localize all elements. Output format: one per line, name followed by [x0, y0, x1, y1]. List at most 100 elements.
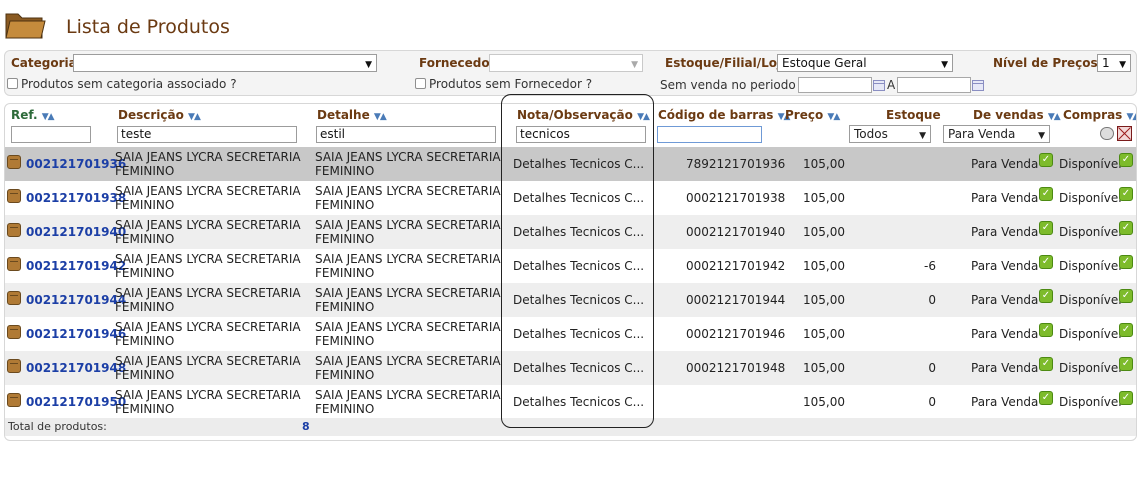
row-venda: Para Venda [971, 225, 1039, 239]
row-descricao: SAIA JEANS LYCRA SECRETARIA FEMININO [115, 286, 301, 314]
col-codigo[interactable]: Código de barras ▼▲ [658, 108, 790, 122]
estoque-select[interactable]: Estoque Geral ▼ [777, 54, 953, 72]
calendar-icon[interactable] [972, 80, 984, 91]
row-preco: 105,00 [803, 395, 845, 409]
check-icon[interactable]: ✓ [1039, 323, 1053, 337]
package-icon [7, 189, 21, 203]
col-vendas[interactable]: De vendas ▼▲ [973, 108, 1061, 122]
filter-estoque-select[interactable]: Todos ▼ [849, 125, 931, 143]
row-venda: Para Venda [971, 361, 1039, 375]
close-icon[interactable] [1117, 126, 1132, 141]
row-ref-link[interactable]: 002121701940 [26, 225, 126, 239]
check-icon[interactable]: ✓ [1119, 323, 1133, 337]
row-ref-link[interactable]: 002121701942 [26, 259, 126, 273]
table-row[interactable]: 002121701950 SAIA JEANS LYCRA SECRETARIA… [5, 385, 1136, 419]
col-descricao[interactable]: Descrição ▼▲ [118, 108, 201, 122]
periodo-fim-input[interactable] [897, 77, 971, 93]
filter-descricao-input[interactable]: teste [117, 126, 297, 143]
filter-codigo-input[interactable] [657, 126, 762, 143]
row-ref-link[interactable]: 002121701948 [26, 361, 126, 375]
col-detalhe[interactable]: Detalhe ▼▲ [317, 108, 387, 122]
check-icon[interactable]: ✓ [1119, 255, 1133, 269]
check-icon[interactable]: ✓ [1119, 289, 1133, 303]
calendar-icon[interactable] [873, 80, 885, 91]
row-ref-link[interactable]: 002121701950 [26, 395, 126, 409]
filter-vendas-select[interactable]: Para Venda ▼ [943, 125, 1050, 143]
package-icon [7, 393, 21, 407]
row-detalhe: SAIA JEANS LYCRA SECRETARIA FEMININO [315, 218, 501, 246]
table-row[interactable]: 002121701936 SAIA JEANS LYCRA SECRETARIA… [5, 147, 1136, 181]
table-row[interactable]: 002121701944 SAIA JEANS LYCRA SECRETARIA… [5, 283, 1136, 317]
row-ref-link[interactable]: 002121701938 [26, 191, 126, 205]
sort-icon[interactable]: ▼▲ [374, 112, 387, 122]
fornecedor-select[interactable]: ▼ [489, 54, 643, 72]
filter-nota-input[interactable]: tecnicos [516, 126, 646, 143]
periodo-inicio-input[interactable] [798, 77, 872, 93]
clear-filter-icon[interactable] [1100, 127, 1114, 140]
nivel-precos-value: 1 [1102, 56, 1110, 70]
check-icon[interactable]: ✓ [1039, 187, 1053, 201]
row-ref-link[interactable]: 002121701946 [26, 327, 126, 341]
sort-icon[interactable]: ▼▲ [827, 112, 840, 122]
filter-estoque-value: Todos [854, 127, 888, 141]
filter-detalhe-input[interactable]: estil [316, 126, 496, 143]
col-preco-label: Preço [785, 108, 824, 122]
row-nota: Detalhes Tecnicos C... [513, 395, 645, 409]
col-ref[interactable]: Ref. ▼▲ [11, 108, 55, 122]
col-preco[interactable]: Preço ▼▲ [785, 108, 840, 122]
sem-categoria-checkbox[interactable]: Produtos sem categoria associado ? [7, 77, 237, 91]
table-row[interactable]: 002121701940 SAIA JEANS LYCRA SECRETARIA… [5, 215, 1136, 249]
sem-fornecedor-checkbox[interactable]: Produtos sem Fornecedor ? [415, 77, 592, 91]
row-compra: Disponível [1059, 327, 1122, 341]
col-estoque[interactable]: Estoque [886, 108, 941, 122]
row-nota: Detalhes Tecnicos C... [513, 327, 645, 341]
row-ref-link[interactable]: 002121701936 [26, 157, 126, 171]
filter-ref-input[interactable] [11, 126, 91, 143]
checkbox-box[interactable] [7, 78, 18, 89]
row-compra: Disponível [1059, 225, 1122, 239]
table-row[interactable]: 002121701948 SAIA JEANS LYCRA SECRETARIA… [5, 351, 1136, 385]
sort-icon[interactable]: ▼▲ [188, 112, 201, 122]
row-venda: Para Venda [971, 191, 1039, 205]
chevron-down-icon: ▼ [631, 60, 638, 70]
check-icon[interactable]: ✓ [1039, 221, 1053, 235]
col-nota[interactable]: Nota/Observação ▼▲ [517, 108, 650, 122]
sort-icon[interactable]: ▼▲ [1048, 112, 1061, 122]
row-venda: Para Venda [971, 259, 1039, 273]
check-icon[interactable]: ✓ [1119, 391, 1133, 405]
row-venda: Para Venda [971, 327, 1039, 341]
check-icon[interactable]: ✓ [1039, 153, 1053, 167]
checkbox-box[interactable] [415, 78, 426, 89]
check-icon[interactable]: ✓ [1039, 289, 1053, 303]
package-icon [7, 325, 21, 339]
table-row[interactable]: 002121701938 SAIA JEANS LYCRA SECRETARIA… [5, 181, 1136, 215]
check-icon[interactable]: ✓ [1119, 153, 1133, 167]
check-icon[interactable]: ✓ [1039, 255, 1053, 269]
check-icon[interactable]: ✓ [1039, 391, 1053, 405]
package-icon [7, 291, 21, 305]
col-descricao-label: Descrição [118, 108, 184, 122]
table-row[interactable]: 002121701942 SAIA JEANS LYCRA SECRETARIA… [5, 249, 1136, 283]
sem-fornecedor-label: Produtos sem Fornecedor ? [429, 77, 593, 91]
row-compra: Disponível [1059, 361, 1122, 375]
check-icon[interactable]: ✓ [1039, 357, 1053, 371]
nivel-precos-select[interactable]: 1 ▼ [1097, 54, 1131, 72]
row-nota: Detalhes Tecnicos C... [513, 293, 645, 307]
sort-icon[interactable]: ▼▲ [42, 112, 55, 122]
sort-icon[interactable]: ▼▲ [1127, 112, 1137, 122]
chevron-down-icon: ▼ [1038, 131, 1045, 141]
col-nota-label: Nota/Observação [517, 108, 633, 122]
check-icon[interactable]: ✓ [1119, 187, 1133, 201]
check-icon[interactable]: ✓ [1119, 357, 1133, 371]
col-compras[interactable]: Compras ▼▲ [1063, 108, 1137, 122]
products-table: Ref. ▼▲ Descrição ▼▲ Detalhe ▼▲ Nota/Obs… [4, 103, 1137, 441]
row-preco: 105,00 [803, 225, 845, 239]
chevron-down-icon: ▼ [919, 131, 926, 141]
row-ref-link[interactable]: 002121701944 [26, 293, 126, 307]
table-row[interactable]: 002121701946 SAIA JEANS LYCRA SECRETARIA… [5, 317, 1136, 351]
categorias-select[interactable]: ▼ [73, 54, 377, 72]
row-estoque: 0 [928, 361, 936, 375]
package-icon [7, 223, 21, 237]
check-icon[interactable]: ✓ [1119, 221, 1133, 235]
sort-icon[interactable]: ▼▲ [637, 112, 650, 122]
